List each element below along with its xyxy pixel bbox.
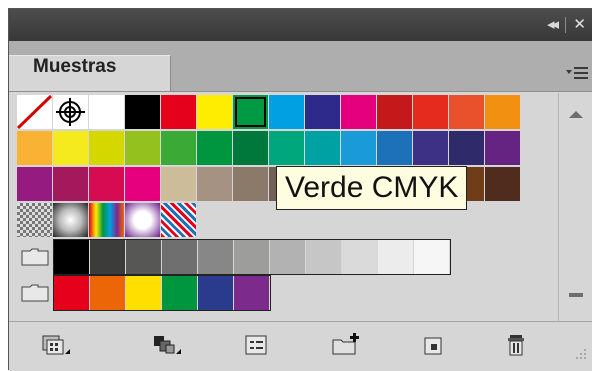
swatch[interactable] (197, 131, 232, 165)
panel-titlebar[interactable]: ◂◂ ✕ (9, 9, 592, 41)
swatch-pattern-spectrum[interactable] (89, 203, 124, 237)
swatch-pattern-radial-dark[interactable] (53, 203, 88, 237)
tab-muestras[interactable]: Muestras (9, 55, 171, 91)
swatch[interactable] (306, 240, 341, 274)
swatch[interactable] (90, 276, 125, 310)
swatch[interactable] (305, 131, 340, 165)
swatch[interactable] (161, 95, 196, 129)
swatch-row (17, 131, 521, 167)
swatch[interactable] (17, 167, 52, 201)
swatch[interactable] (377, 95, 412, 129)
swatch[interactable] (234, 276, 269, 310)
color-group-brights (17, 275, 271, 311)
swatch[interactable] (126, 276, 161, 310)
swatch[interactable] (197, 167, 232, 201)
swatch[interactable] (269, 95, 304, 129)
swatch[interactable] (485, 167, 520, 201)
vertical-scrollbar[interactable] (558, 93, 592, 321)
swatch-registration[interactable] (53, 95, 88, 129)
swatch[interactable] (54, 276, 89, 310)
swatch[interactable] (89, 131, 124, 165)
swatch-pattern-confetti[interactable] (161, 203, 196, 237)
swatch[interactable] (449, 95, 484, 129)
scroll-up-arrow-icon[interactable] (569, 111, 583, 118)
color-group-folder-icon[interactable] (17, 239, 52, 273)
swatch-options-icon[interactable] (242, 332, 272, 358)
swatch[interactable] (89, 95, 124, 129)
swatch[interactable] (54, 240, 89, 274)
swatch[interactable] (162, 240, 197, 274)
swatch-row (16, 94, 521, 131)
swatch[interactable] (126, 240, 161, 274)
swatch[interactable] (270, 240, 305, 274)
color-group-folder-icon[interactable] (17, 275, 52, 309)
titlebar-divider (565, 17, 566, 33)
swatch[interactable] (233, 167, 268, 201)
close-panel-icon[interactable]: ✕ (573, 15, 586, 33)
swatch[interactable] (341, 131, 376, 165)
swatch[interactable] (234, 240, 269, 274)
swatch[interactable] (305, 95, 340, 129)
swatch[interactable] (233, 131, 268, 165)
swatch[interactable] (342, 240, 377, 274)
swatch[interactable] (377, 131, 412, 165)
resize-grip-icon[interactable] (572, 347, 588, 361)
swatch[interactable] (125, 95, 160, 129)
swatch-none[interactable] (16, 94, 53, 130)
panel-bottom-toolbar (9, 321, 592, 371)
swatch-tooltip: Verde CMYK (276, 166, 468, 210)
swatch[interactable] (414, 240, 449, 274)
swatch-pattern-noise[interactable] (17, 203, 52, 237)
swatch[interactable] (89, 167, 124, 201)
delete-swatch-icon[interactable] (503, 332, 533, 358)
scroll-down-arrow-icon[interactable] (569, 293, 583, 297)
swatch-library-menu-icon[interactable] (41, 332, 71, 358)
swatch[interactable] (161, 167, 196, 201)
swatch-row (17, 203, 197, 239)
swatch[interactable] (449, 131, 484, 165)
swatch[interactable] (90, 240, 125, 274)
swatch[interactable] (198, 240, 233, 274)
swatch[interactable] (413, 95, 448, 129)
swatch[interactable] (53, 131, 88, 165)
swatch[interactable] (125, 131, 160, 165)
swatch-selected[interactable] (233, 95, 268, 129)
new-swatch-icon[interactable] (419, 332, 449, 358)
swatch[interactable] (53, 167, 88, 201)
color-group (53, 239, 451, 275)
swatch[interactable] (125, 167, 160, 201)
swatch-pattern-radial-light[interactable] (125, 203, 160, 237)
swatch[interactable] (378, 240, 413, 274)
swatch[interactable] (17, 131, 52, 165)
swatch[interactable] (269, 131, 304, 165)
panel-tabstrip: Muestras (9, 41, 592, 92)
swatch[interactable] (198, 276, 233, 310)
swatch[interactable] (161, 131, 196, 165)
swatch[interactable] (341, 95, 376, 129)
collapse-panel-icon[interactable]: ◂◂ (547, 15, 559, 33)
color-group (53, 275, 271, 311)
swatch[interactable] (413, 131, 448, 165)
swatch[interactable] (485, 95, 520, 129)
show-swatch-kinds-icon[interactable] (152, 332, 182, 358)
color-group-grays (17, 239, 451, 275)
panel-menu-icon[interactable] (566, 65, 588, 81)
swatch[interactable] (162, 276, 197, 310)
swatches-panel: ◂◂ ✕ Muestras Verde CMYK (8, 8, 592, 371)
new-color-group-icon[interactable] (331, 332, 361, 358)
swatch[interactable] (485, 131, 520, 165)
swatch[interactable] (197, 95, 232, 129)
